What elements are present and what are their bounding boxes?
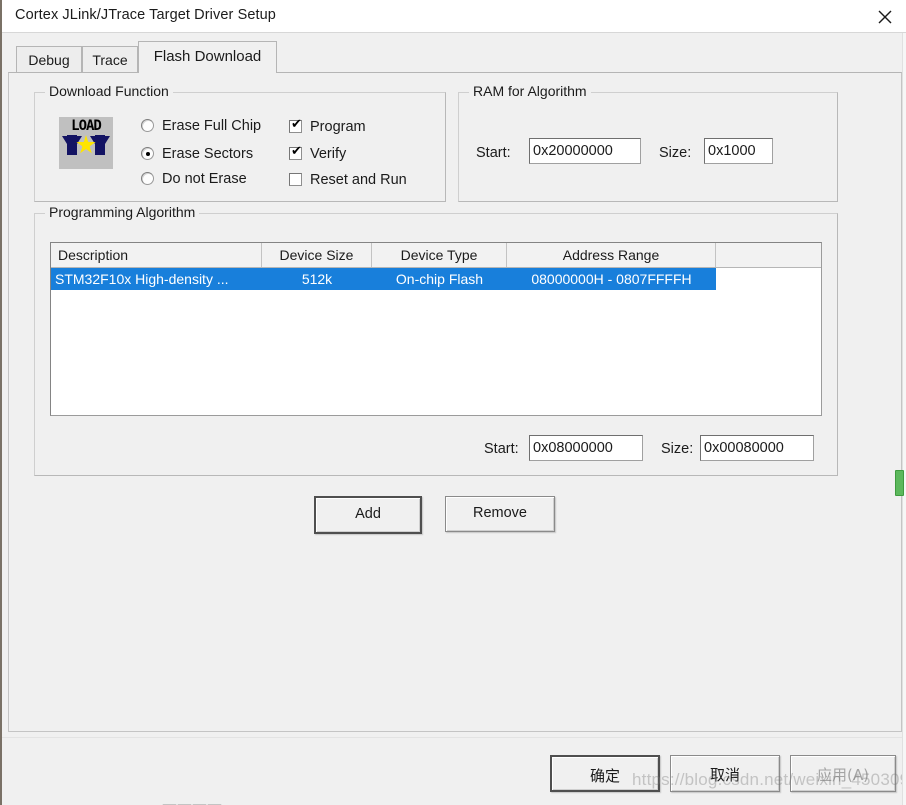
cell-device-type: On-chip Flash bbox=[372, 268, 507, 290]
check-mark-icon: ✔ bbox=[291, 144, 302, 159]
column-header-device-size[interactable]: Device Size bbox=[262, 243, 372, 267]
title-bar: Cortex JLink/JTrace Target Driver Setup bbox=[2, 0, 906, 33]
radio-erase-sectors-label: Erase Sectors bbox=[162, 146, 254, 162]
close-icon bbox=[878, 10, 892, 24]
cell-description: STM32F10x High-density ... bbox=[51, 268, 262, 290]
cancel-button-label: 取消 bbox=[709, 766, 740, 784]
programming-algorithm-legend: Programming Algorithm bbox=[45, 204, 200, 220]
radio-do-not-erase-label: Do not Erase bbox=[162, 171, 247, 187]
radio-do-not-erase-icon bbox=[141, 172, 154, 185]
close-button[interactable] bbox=[862, 0, 906, 32]
radio-erase-full-chip-label: Erase Full Chip bbox=[162, 118, 262, 134]
ok-button-label: 确定 bbox=[589, 767, 620, 785]
flash-size-input[interactable] bbox=[700, 435, 814, 461]
apply-button-label: 应用(A) bbox=[817, 766, 869, 784]
column-header-device-type[interactable]: Device Type bbox=[372, 243, 507, 267]
load-icon-arrow-left bbox=[62, 136, 82, 152]
column-header-description[interactable]: Description bbox=[51, 243, 262, 267]
column-header-address-range[interactable]: Address Range bbox=[507, 243, 716, 267]
load-icon-star-center bbox=[82, 141, 90, 149]
checkbox-reset-and-run-icon bbox=[289, 173, 302, 186]
tab-trace[interactable]: Trace bbox=[82, 46, 138, 73]
download-function-legend: Download Function bbox=[45, 83, 173, 99]
window-title: Cortex JLink/JTrace Target Driver Setup bbox=[15, 7, 276, 23]
flash-start-input[interactable] bbox=[529, 435, 643, 461]
flash-start-label: Start: bbox=[484, 441, 519, 457]
outer-scroll-thumb[interactable] bbox=[895, 470, 904, 496]
remove-button-label: Remove bbox=[473, 505, 527, 521]
cell-address-range: 08000000H - 0807FFFFH bbox=[507, 268, 716, 290]
footer-divider bbox=[2, 737, 906, 738]
radio-erase-full-chip-icon bbox=[141, 119, 154, 132]
checkbox-verify-icon: ✔ bbox=[289, 144, 302, 160]
ram-size-label: Size: bbox=[659, 145, 692, 161]
cell-spacer bbox=[716, 268, 820, 290]
cell-device-size: 512k bbox=[262, 268, 372, 290]
tab-debug[interactable]: Debug bbox=[16, 46, 82, 73]
algorithm-table[interactable]: Description Device Size Device Type Addr… bbox=[50, 242, 822, 416]
ram-for-algorithm-group: RAM for Algorithm bbox=[458, 83, 838, 202]
apply-button: 应用(A) bbox=[790, 755, 896, 792]
column-header-spacer[interactable] bbox=[716, 243, 820, 267]
dialog-window: Cortex JLink/JTrace Target Driver Setup … bbox=[0, 0, 906, 805]
load-icon-arrow-right bbox=[90, 136, 110, 152]
ram-for-algorithm-legend: RAM for Algorithm bbox=[469, 83, 591, 99]
flash-size-label: Size: bbox=[661, 441, 694, 457]
radio-erase-sectors-icon bbox=[141, 147, 154, 160]
table-header-row: Description Device Size Device Type Addr… bbox=[51, 243, 821, 268]
outer-scroll-track[interactable] bbox=[902, 33, 906, 805]
ram-size-input[interactable] bbox=[704, 138, 773, 164]
checkbox-program-icon: ✔ bbox=[289, 117, 302, 133]
add-button[interactable]: Add bbox=[314, 496, 422, 534]
checkbox-reset-and-run-label: Reset and Run bbox=[310, 172, 407, 188]
checkbox-verify-label: Verify bbox=[310, 146, 347, 162]
cancel-button[interactable]: 取消 bbox=[670, 755, 780, 792]
table-row[interactable]: STM32F10x High-density ... 512k On-chip … bbox=[51, 268, 821, 290]
load-icon: LOAD bbox=[59, 117, 113, 169]
watermark-bottom-text: ———— bbox=[162, 795, 222, 805]
remove-button[interactable]: Remove bbox=[445, 496, 555, 532]
checkbox-program-label: Program bbox=[310, 119, 366, 135]
ok-button[interactable]: 确定 bbox=[550, 755, 660, 792]
load-icon-label: LOAD bbox=[71, 118, 102, 134]
check-mark-icon: ✔ bbox=[291, 117, 302, 132]
ram-start-input[interactable] bbox=[529, 138, 641, 164]
tab-flash-download[interactable]: Flash Download bbox=[138, 41, 277, 73]
ram-start-label: Start: bbox=[476, 145, 511, 161]
add-button-label: Add bbox=[355, 506, 381, 522]
tab-strip: Debug Trace Flash Download bbox=[2, 33, 906, 73]
